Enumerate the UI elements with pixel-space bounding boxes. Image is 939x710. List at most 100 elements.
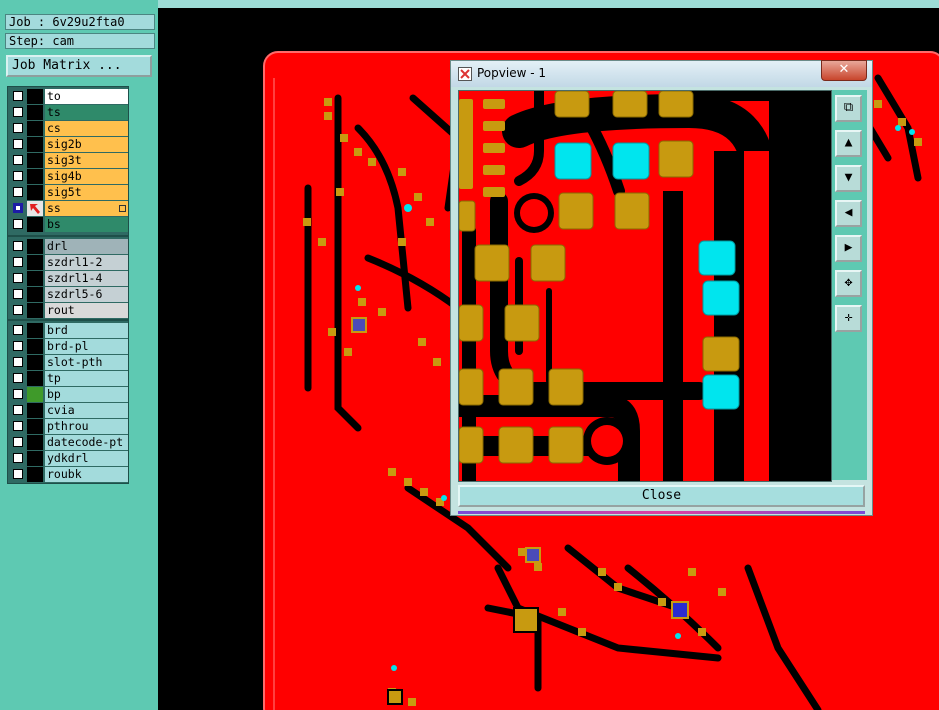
layer-row-brd[interactable]: brd bbox=[10, 323, 128, 338]
zoom-in-icon: ✛ bbox=[844, 310, 853, 325]
layer-checkbox[interactable] bbox=[13, 273, 23, 283]
layer-row-pthrou[interactable]: pthrou bbox=[10, 419, 128, 434]
layer-checkbox[interactable] bbox=[13, 241, 23, 251]
job-matrix-button[interactable]: Job Matrix ... bbox=[6, 55, 152, 77]
layer-row-rout[interactable]: rout bbox=[10, 303, 128, 318]
layer-name: bp bbox=[45, 387, 128, 402]
layer-color-indicator bbox=[27, 419, 43, 434]
layer-checkbox[interactable] bbox=[13, 357, 23, 367]
layer-row-brd-pl[interactable]: brd-pl bbox=[10, 339, 128, 354]
layer-name: sig4b bbox=[45, 169, 128, 184]
layer-checkbox[interactable] bbox=[13, 139, 23, 149]
layer-checkbox[interactable] bbox=[13, 171, 23, 181]
popview-title: Popview - 1 bbox=[477, 66, 546, 80]
window-close-button[interactable]: ✕ bbox=[821, 60, 867, 81]
layer-color-indicator bbox=[27, 323, 43, 338]
layer-row-szdrl1-2[interactable]: szdrl1-2 bbox=[10, 255, 128, 270]
pan-right-icon: ▶ bbox=[844, 240, 853, 255]
layer-color-indicator bbox=[27, 303, 43, 318]
layer-name: sig3t bbox=[45, 153, 128, 168]
job-label: Job : 6v29u2fta0 bbox=[5, 14, 155, 30]
layer-checkbox[interactable] bbox=[13, 123, 23, 133]
layer-row-szdrl5-6[interactable]: szdrl5-6 bbox=[10, 287, 128, 302]
layer-checkbox[interactable] bbox=[13, 421, 23, 431]
zoom-in-button[interactable]: ✛ bbox=[835, 305, 862, 332]
layer-name: ts bbox=[45, 105, 128, 120]
layer-row-bs[interactable]: bs bbox=[10, 217, 128, 232]
layer-group-misc: brd brd-pl slot-pth tp bp cvia pthrou datecode-… bbox=[7, 320, 129, 484]
layer-checkbox[interactable] bbox=[13, 325, 23, 335]
layer-checkbox[interactable] bbox=[13, 389, 23, 399]
layer-color-indicator bbox=[27, 435, 43, 450]
layer-name: roubk bbox=[45, 467, 128, 482]
layer-color-indicator bbox=[27, 355, 43, 370]
layer-row-drl[interactable]: drl bbox=[10, 239, 128, 254]
layer-name: tp bbox=[45, 371, 128, 386]
layer-row-tp[interactable]: tp bbox=[10, 371, 128, 386]
layer-color-indicator bbox=[27, 185, 43, 200]
layer-row-ts[interactable]: ts bbox=[10, 105, 128, 120]
popview-window: Popview - 1 ✕ ⧉ ▲ ▼ ◀ ▶ ✥ ✛ Close bbox=[450, 60, 873, 516]
layer-row-roubk[interactable]: roubk bbox=[10, 467, 128, 482]
layer-checkbox[interactable] bbox=[13, 289, 23, 299]
layer-name: rout bbox=[45, 303, 128, 318]
layer-row-cvia[interactable]: cvia bbox=[10, 403, 128, 418]
pan-left-button[interactable]: ◀ bbox=[835, 200, 862, 227]
layer-row-ydkdrl[interactable]: ydkdrl bbox=[10, 451, 128, 466]
app-icon bbox=[458, 67, 472, 81]
layer-color-indicator bbox=[27, 121, 43, 136]
step-label: Step: cam bbox=[5, 33, 155, 49]
layer-checkbox[interactable] bbox=[13, 155, 23, 165]
layer-checkbox[interactable] bbox=[13, 187, 23, 197]
layer-row-sig2b[interactable]: sig2b bbox=[10, 137, 128, 152]
layer-row-sig5t[interactable]: sig5t bbox=[10, 185, 128, 200]
layer-name: pthrou bbox=[45, 419, 128, 434]
layer-checkbox[interactable] bbox=[13, 305, 23, 315]
active-layer-arrow-icon bbox=[27, 201, 43, 216]
layer-row-slot-pth[interactable]: slot-pth bbox=[10, 355, 128, 370]
layer-name: szdrl1-2 bbox=[45, 255, 128, 270]
zoom-fit-button[interactable]: ⧉ bbox=[835, 95, 862, 122]
layer-color-indicator bbox=[27, 403, 43, 418]
layer-row-datecode-pt[interactable]: datecode-pt bbox=[10, 435, 128, 450]
layer-color-indicator bbox=[27, 137, 43, 152]
popview-toolbar: ⧉ ▲ ▼ ◀ ▶ ✥ ✛ bbox=[832, 90, 867, 480]
layer-checkbox[interactable] bbox=[13, 91, 23, 101]
layer-color-indicator bbox=[27, 153, 43, 168]
layer-checkbox[interactable] bbox=[13, 203, 23, 213]
layer-color-indicator bbox=[27, 371, 43, 386]
pan-down-button[interactable]: ▼ bbox=[835, 165, 862, 192]
pan-left-icon: ◀ bbox=[844, 205, 853, 220]
pan-right-button[interactable]: ▶ bbox=[835, 235, 862, 262]
pan-down-icon: ▼ bbox=[844, 170, 853, 185]
layer-color-indicator bbox=[27, 451, 43, 466]
layer-checkbox[interactable] bbox=[13, 219, 23, 229]
layer-checkbox[interactable] bbox=[13, 341, 23, 351]
layer-name: sig5t bbox=[45, 185, 128, 200]
layer-row-ss[interactable]: ss bbox=[10, 201, 128, 216]
layer-row-bp[interactable]: bp bbox=[10, 387, 128, 402]
layer-checkbox[interactable] bbox=[13, 453, 23, 463]
layer-name: ss bbox=[45, 201, 128, 216]
layer-checkbox[interactable] bbox=[13, 437, 23, 447]
layer-checkbox[interactable] bbox=[13, 107, 23, 117]
zoom-out-button[interactable]: ✥ bbox=[835, 270, 862, 297]
popview-canvas[interactable] bbox=[458, 90, 832, 482]
left-panel: Job : 6v29u2fta0 Step: cam Job Matrix ..… bbox=[0, 0, 158, 710]
layer-checkbox[interactable] bbox=[13, 373, 23, 383]
popview-title-bar[interactable]: Popview - 1 ✕ bbox=[451, 60, 872, 87]
layer-name: slot-pth bbox=[45, 355, 128, 370]
layer-checkbox[interactable] bbox=[13, 257, 23, 267]
layer-row-sig4b[interactable]: sig4b bbox=[10, 169, 128, 184]
layer-row-cs[interactable]: cs bbox=[10, 121, 128, 136]
layer-checkbox[interactable] bbox=[13, 469, 23, 479]
pan-up-button[interactable]: ▲ bbox=[835, 130, 862, 157]
layer-row-sig3t[interactable]: sig3t bbox=[10, 153, 128, 168]
layer-row-to[interactable]: to bbox=[10, 89, 128, 104]
layer-name: cvia bbox=[45, 403, 128, 418]
close-button[interactable]: Close bbox=[458, 485, 865, 507]
layer-row-szdrl1-4[interactable]: szdrl1-4 bbox=[10, 271, 128, 286]
layer-name: szdrl1-4 bbox=[45, 271, 128, 286]
layer-checkbox[interactable] bbox=[13, 405, 23, 415]
layer-name: sig2b bbox=[45, 137, 128, 152]
